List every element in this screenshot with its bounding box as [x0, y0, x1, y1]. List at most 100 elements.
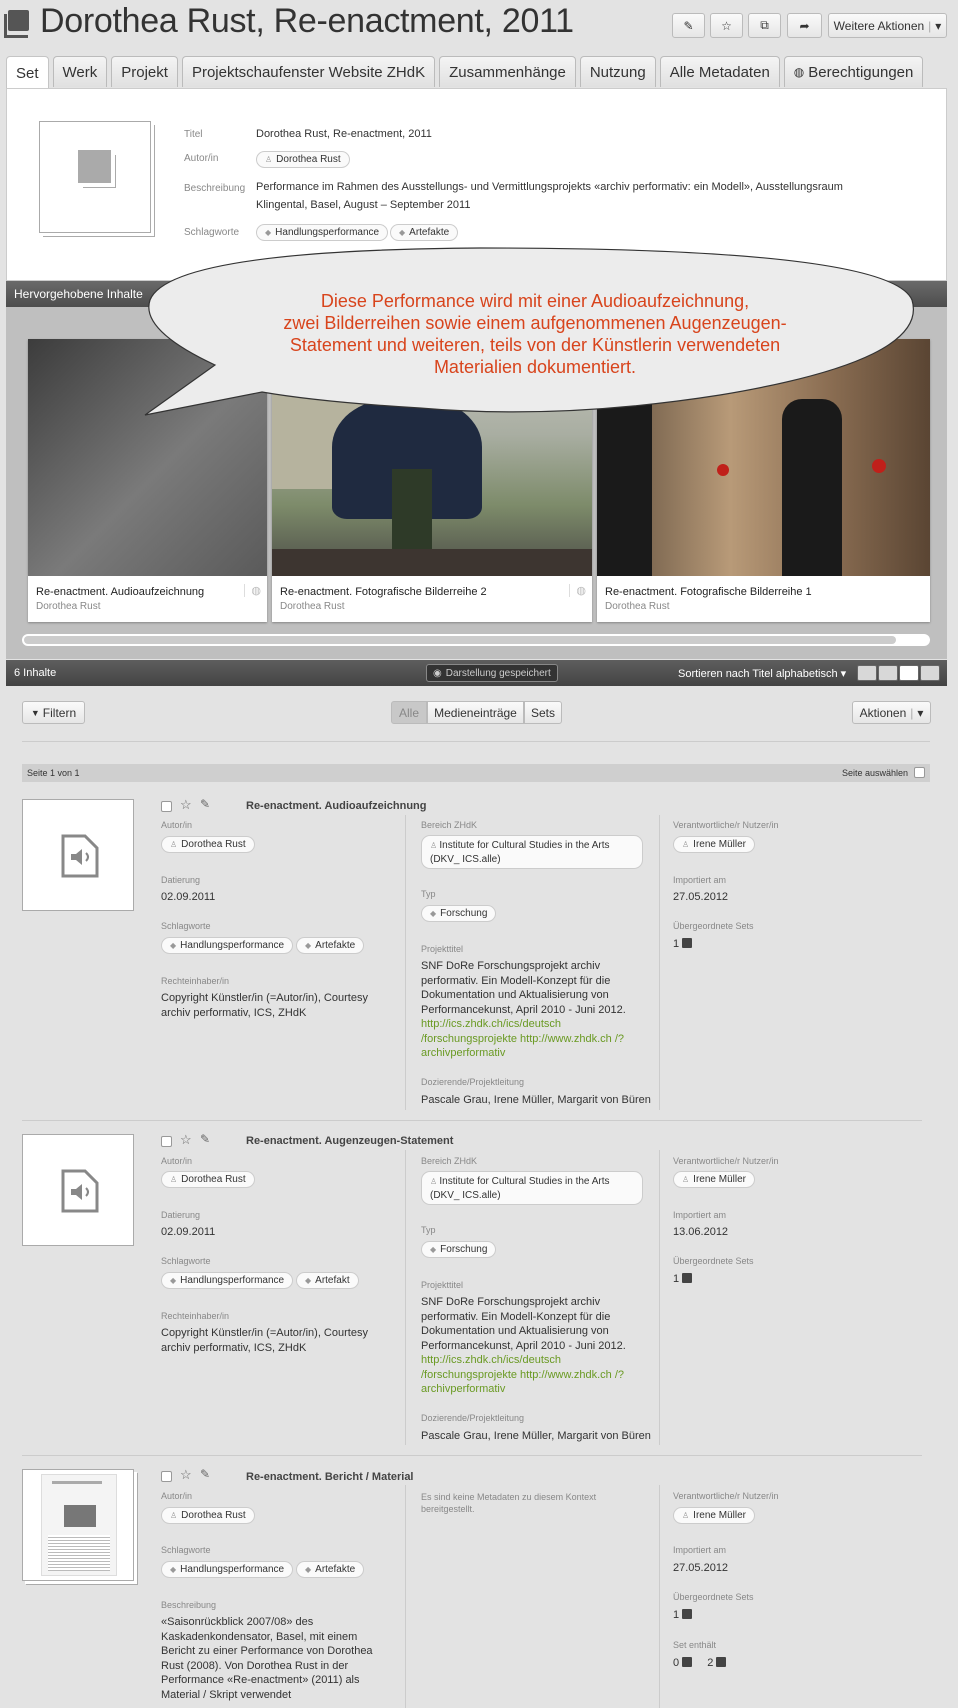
filter-all-button[interactable]: Alle: [391, 701, 427, 724]
list-bar: 6 Inhalte ◉ Darstellung gespeichert Sorti…: [6, 660, 947, 686]
globe-icon: ◍: [244, 584, 261, 597]
parent-sets[interactable]: 1: [673, 937, 693, 952]
set-contains[interactable]: 0 2: [673, 1656, 727, 1671]
person-icon: ♙: [682, 840, 690, 849]
sort-dropdown[interactable]: Sortieren nach Titel alphabetisch ▾: [678, 667, 846, 680]
datierung-value: 02.09.2011: [161, 1226, 216, 1238]
project-link[interactable]: http://ics.zhdk.ch/ics/deutsch /forschun…: [421, 1354, 624, 1395]
saved-view-button[interactable]: ◉ Darstellung gespeichert: [426, 664, 558, 682]
entry-thumbnail[interactable]: [22, 1134, 134, 1246]
card-title: Re-enactment. Fotografische Bilderreihe …: [605, 586, 812, 598]
pagination-row: Seite 1 von 1 Seite auswählen: [22, 764, 930, 782]
dozierende-value: Pascale Grau, Irene Müller, Margarit von…: [421, 1430, 651, 1442]
funnel-icon: ▼: [30, 707, 40, 718]
card-author: Dorothea Rust: [605, 601, 670, 612]
tag-icon: ◆: [430, 909, 437, 918]
person-icon: ♙: [682, 1175, 690, 1184]
bubble-text: Diese Performance wird mit einer Audioau…: [283, 291, 787, 377]
media-entry-icon: [716, 1657, 727, 1667]
keyword-tag[interactable]: ◆ Handlungsperformance: [161, 1272, 294, 1289]
audio-file-icon: [61, 1169, 99, 1213]
importiert-value: 27.05.2012: [673, 891, 729, 903]
projekttitel-value: SNF DoRe Forschungsprojekt archiv perfor…: [421, 960, 626, 1059]
person-icon: ♙: [170, 840, 178, 849]
rechte-value: Copyright Künstler/in (=Autor/in), Court…: [161, 1327, 368, 1354]
tag-icon: ◆: [305, 1276, 312, 1285]
filter-media-button[interactable]: Medieneinträge: [427, 701, 524, 724]
datierung-value: 02.09.2011: [161, 891, 216, 903]
star-icon[interactable]: ☆: [180, 797, 192, 813]
star-icon[interactable]: ☆: [180, 1467, 192, 1483]
beschreibung-value: «Saisonrückblick 2007/08» des Kaskadenko…: [161, 1616, 373, 1701]
document-preview: [41, 1474, 117, 1576]
person-icon: ♙: [170, 1175, 178, 1184]
scrollbar-thumb[interactable]: [24, 636, 896, 644]
view-tiles-icon[interactable]: [857, 665, 877, 681]
parent-sets[interactable]: 1: [673, 1608, 693, 1623]
tag-icon: ◆: [170, 1565, 177, 1574]
eye-icon: ◉: [433, 667, 442, 679]
keyword-tag[interactable]: ◆ Artefakt: [296, 1272, 359, 1289]
set-icon: [682, 1657, 693, 1667]
pencil-icon[interactable]: ✎: [200, 1132, 210, 1146]
autor-tag[interactable]: ♙ Dorothea Rust: [161, 1171, 255, 1188]
keyword-tag[interactable]: ◆ Handlungsperformance: [161, 937, 294, 954]
select-checkbox[interactable]: [161, 1471, 172, 1482]
nutzer-tag[interactable]: ♙ Irene Müller: [673, 836, 755, 853]
globe-icon: ◍: [569, 584, 586, 597]
select-checkbox[interactable]: [161, 1136, 172, 1147]
filter-button[interactable]: ▼ Filtern: [22, 701, 85, 724]
typ-tag[interactable]: ◆ Forschung: [421, 905, 497, 922]
autor-tag[interactable]: ♙ Dorothea Rust: [161, 836, 255, 853]
select-page-checkbox[interactable]: [914, 767, 925, 778]
tag-icon: ◆: [305, 1565, 312, 1574]
card-title: Re-enactment. Audioaufzeichnung: [36, 586, 205, 598]
parent-sets[interactable]: 1: [673, 1272, 693, 1287]
audio-file-icon: [61, 834, 99, 878]
card-author: Dorothea Rust: [36, 601, 101, 612]
card-title: Re-enactment. Fotografische Bilderreihe …: [280, 586, 487, 598]
set-icon: [682, 938, 693, 948]
filter-sets-button[interactable]: Sets: [524, 701, 562, 724]
keyword-tag[interactable]: ◆ Artefakte: [296, 937, 365, 954]
pencil-icon[interactable]: ✎: [200, 1467, 210, 1481]
set-icon: [682, 1609, 693, 1619]
actions-button[interactable]: Aktionen | ▾: [852, 701, 931, 724]
nutzer-tag[interactable]: ♙ Irene Müller: [673, 1171, 755, 1188]
bereich-tag[interactable]: ♙ Institute for Cultural Studies in the …: [421, 835, 643, 869]
keyword-tag[interactable]: ◆ Handlungsperformance: [161, 1561, 294, 1578]
view-grid-icon[interactable]: [878, 665, 898, 681]
projekttitel-value: SNF DoRe Forschungsprojekt archiv perfor…: [421, 1296, 626, 1395]
entry-title[interactable]: Re-enactment. Bericht / Material: [246, 1471, 414, 1483]
rechte-value: Copyright Künstler/in (=Autor/in), Court…: [161, 992, 368, 1019]
view-list-icon[interactable]: [899, 665, 919, 681]
pencil-icon[interactable]: ✎: [200, 797, 210, 811]
dozierende-value: Pascale Grau, Irene Müller, Margarit von…: [421, 1094, 651, 1106]
autor-tag[interactable]: ♙ Dorothea Rust: [161, 1507, 255, 1524]
entry-thumbnail[interactable]: [22, 799, 134, 911]
person-icon: ♙: [170, 1511, 178, 1520]
bereich-tag[interactable]: ♙ Institute for Cultural Studies in the …: [421, 1171, 643, 1205]
set-icon: [682, 1273, 693, 1283]
tag-icon: ◆: [305, 941, 312, 950]
page-indicator: Seite 1 von 1: [27, 768, 80, 778]
entry-title[interactable]: Re-enactment. Audioaufzeichnung: [246, 800, 427, 812]
view-miniature-icon[interactable]: [920, 665, 940, 681]
entry-thumbnail[interactable]: [22, 1469, 134, 1581]
entry-title[interactable]: Re-enactment. Augenzeugen-Statement: [246, 1135, 453, 1147]
typ-tag[interactable]: ◆ Forschung: [421, 1241, 497, 1258]
no-metadata-note: Es sind keine Metadaten zu diesem Kontex…: [421, 1492, 597, 1514]
tag-icon: ◆: [170, 1276, 177, 1285]
star-icon[interactable]: ☆: [180, 1132, 192, 1148]
keyword-tag[interactable]: ◆ Artefakte: [296, 1561, 365, 1578]
nutzer-tag[interactable]: ♙ Irene Müller: [673, 1507, 755, 1524]
project-link[interactable]: http://ics.zhdk.ch/ics/deutsch /forschun…: [421, 1018, 624, 1059]
content-count: 6 Inhalte: [14, 667, 57, 679]
person-icon: ♙: [682, 1511, 690, 1520]
tag-icon: ◆: [430, 1245, 437, 1254]
select-checkbox[interactable]: [161, 801, 172, 812]
carousel-scrollbar[interactable]: [22, 634, 930, 646]
card-author: Dorothea Rust: [280, 601, 345, 612]
tag-icon: ◆: [170, 941, 177, 950]
importiert-value: 27.05.2012: [673, 1562, 729, 1574]
